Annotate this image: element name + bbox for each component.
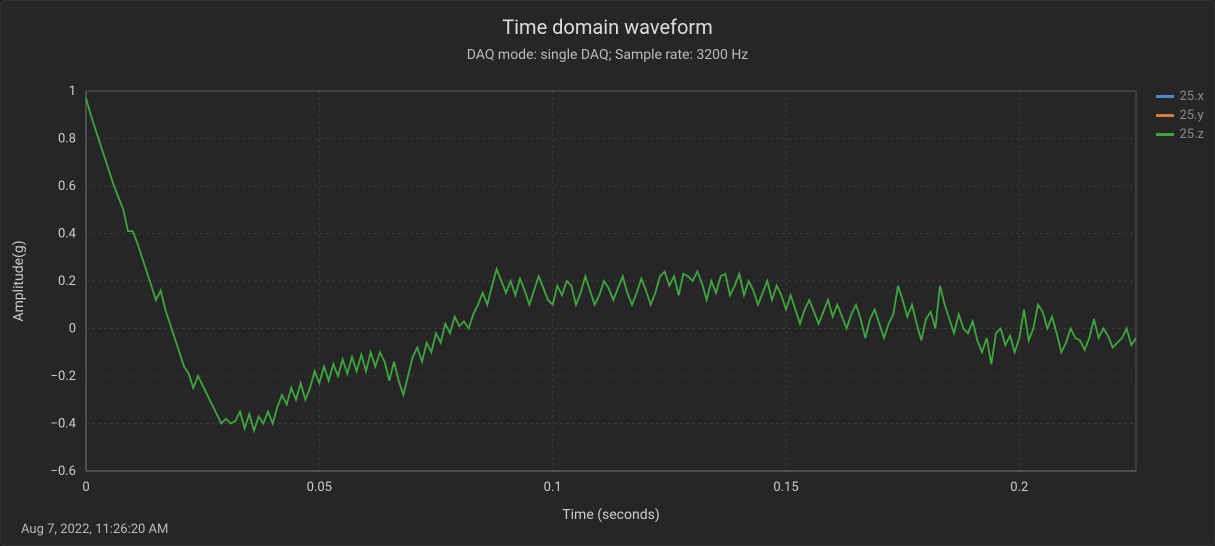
legend-label: 25.y <box>1180 108 1204 123</box>
svg-text:−0.4: −0.4 <box>51 417 77 432</box>
svg-text:−0.2: −0.2 <box>51 369 76 384</box>
svg-text:0.1: 0.1 <box>544 480 562 495</box>
svg-text:Time (seconds): Time (seconds) <box>562 507 659 523</box>
svg-text:Amplitude(g): Amplitude(g) <box>11 240 27 321</box>
legend-item-25.z[interactable]: 25.z <box>1156 127 1205 142</box>
svg-text:0.6: 0.6 <box>58 179 76 194</box>
svg-text:−0.6: −0.6 <box>51 464 76 479</box>
series-line-25.z <box>86 98 1136 431</box>
legend-swatch <box>1156 95 1174 98</box>
chart-title: Time domain waveform <box>1 1 1214 39</box>
svg-text:0.2: 0.2 <box>1010 480 1028 495</box>
legend-item-25.y[interactable]: 25.y <box>1156 108 1205 123</box>
chart-plot-area[interactable]: −0.6 −0.4 −0.2 0 0.2 0.4 0.6 0.8 1 0 0.05 0.1 0.15 0.… <box>1 71 1214 531</box>
timestamp-label: Aug 7, 2022, 11:26:20 AM <box>21 522 168 537</box>
chart-legend: 25.x 25.y 25.z <box>1156 89 1205 146</box>
legend-item-25.x[interactable]: 25.x <box>1156 89 1205 104</box>
legend-swatch <box>1156 133 1174 136</box>
chart-panel: Time domain waveform DAQ mode: single DA… <box>0 0 1215 546</box>
svg-text:0.8: 0.8 <box>58 132 76 147</box>
svg-text:0.4: 0.4 <box>58 227 77 242</box>
svg-text:0: 0 <box>69 322 76 337</box>
svg-text:0: 0 <box>82 480 89 495</box>
legend-label: 25.x <box>1180 89 1205 104</box>
legend-label: 25.z <box>1180 127 1205 142</box>
svg-text:1: 1 <box>69 84 76 99</box>
chart-subtitle: DAQ mode: single DAQ; Sample rate: 3200 … <box>1 39 1214 63</box>
svg-text:0.15: 0.15 <box>773 480 798 495</box>
legend-swatch <box>1156 114 1174 117</box>
svg-text:0.2: 0.2 <box>58 274 76 289</box>
svg-text:0.05: 0.05 <box>307 480 332 495</box>
